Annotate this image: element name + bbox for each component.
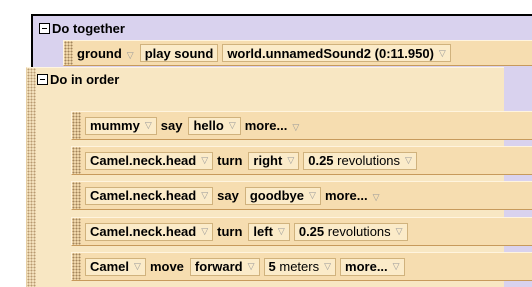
drag-handle[interactable] [64, 41, 73, 65]
object-name: Camel.neck.head [90, 188, 197, 203]
statement-head-turn-left[interactable]: Camel.neck.head ▽ turn left ▽ 0.25 revolut… [71, 217, 532, 246]
method-name: say [217, 188, 239, 203]
drag-handle[interactable] [72, 253, 81, 280]
object-target[interactable]: mummy ▽ [85, 116, 157, 135]
do-in-order-label: Do in order [50, 72, 120, 87]
amount-unit: revolutions [337, 153, 401, 168]
play-sound-statement[interactable]: ground ▽ play sound world.unnamedSound2 (… [63, 40, 532, 66]
dropdown-arrow-icon[interactable]: ▽ [201, 155, 208, 166]
dropdown-arrow-icon[interactable]: ▽ [309, 190, 316, 201]
dropdown-arrow-icon[interactable]: ▽ [292, 122, 299, 132]
object-target[interactable]: Camel.neck.head ▽ [85, 151, 214, 170]
dropdown-arrow-icon[interactable]: ▽ [373, 192, 380, 202]
more-button[interactable]: more... ▽ [245, 118, 300, 133]
object-name: Camel.neck.head [90, 153, 197, 168]
text-value: goodbye [249, 188, 305, 203]
dropdown-arrow-icon[interactable]: ▽ [201, 190, 208, 201]
statement-head-turn-right[interactable]: Camel.neck.head ▽ turn right ▽ 0.25 revolu… [71, 146, 532, 175]
amount-value: 5 [268, 259, 276, 274]
sound-parameter[interactable]: world.unnamedSound2 (0:11.950) ▽ [222, 44, 451, 62]
drag-handle[interactable] [72, 112, 81, 139]
direction-parameter[interactable]: forward ▽ [189, 257, 260, 276]
sound-value: world.unnamedSound2 (0:11.950) [227, 45, 434, 61]
dropdown-arrow-icon[interactable]: ▽ [145, 120, 152, 131]
object-name: Camel [90, 259, 130, 274]
dropdown-arrow-icon[interactable]: ▽ [324, 261, 331, 272]
more-label: more... [345, 259, 388, 274]
dropdown-arrow-icon[interactable]: ▽ [278, 226, 285, 237]
statement-head-say[interactable]: Camel.neck.head ▽ say goodbye ▽ more... ▽ [71, 181, 532, 210]
dropdown-arrow-icon[interactable]: ▽ [396, 226, 403, 237]
direction-parameter[interactable]: right ▽ [248, 151, 300, 170]
dropdown-arrow-icon[interactable]: ▽ [248, 261, 255, 272]
drag-handle[interactable] [72, 218, 81, 245]
collapse-icon[interactable] [39, 23, 50, 34]
dropdown-arrow-icon[interactable]: ▽ [287, 155, 294, 166]
dropdown-arrow-icon[interactable]: ▽ [229, 120, 236, 131]
statement-mummy-say[interactable]: mummy ▽ say hello ▽ more... ▽ [71, 111, 532, 140]
object-name: Camel.neck.head [90, 224, 197, 239]
method-name: say [160, 118, 183, 133]
more-label: more... [244, 118, 288, 133]
drag-handle[interactable] [72, 182, 81, 209]
statement-camel-move[interactable]: Camel ▽ move forward ▽ 5 meters ▽ more... ▽ [71, 252, 532, 281]
method-name: play sound [139, 44, 219, 62]
more-button[interactable]: more... ▽ [340, 257, 405, 276]
method-name: move [149, 259, 184, 274]
do-in-order-header: Do in order [37, 72, 119, 88]
dropdown-arrow-icon[interactable]: ▽ [439, 48, 446, 59]
amount-value: 0.25 [308, 153, 334, 168]
amount-parameter[interactable]: 0.25 revolutions ▽ [293, 222, 408, 241]
amount-parameter[interactable]: 5 meters ▽ [263, 257, 337, 276]
direction-value: right [253, 153, 283, 168]
more-label: more... [324, 188, 368, 203]
do-together-label: Do together [52, 21, 125, 36]
dropdown-arrow-icon[interactable]: ▽ [405, 155, 412, 166]
drag-handle[interactable] [27, 68, 36, 287]
do-together-header: Do together [39, 21, 125, 37]
method-name: turn [217, 224, 243, 239]
text-value: hello [193, 118, 224, 133]
amount-unit: revolutions [327, 224, 391, 239]
dropdown-arrow-icon[interactable]: ▽ [201, 226, 208, 237]
text-parameter[interactable]: goodbye ▽ [244, 186, 321, 205]
direction-parameter[interactable]: left ▽ [248, 222, 290, 241]
method-label: play sound [144, 45, 214, 61]
amount-unit: meters [279, 259, 320, 274]
dropdown-arrow-icon[interactable]: ▽ [134, 261, 141, 272]
dropdown-arrow-icon[interactable]: ▽ [127, 50, 134, 60]
direction-value: forward [194, 259, 243, 274]
amount-parameter[interactable]: 0.25 revolutions ▽ [303, 151, 417, 170]
object-name: mummy [90, 118, 140, 133]
more-button[interactable]: more... ▽ [325, 188, 380, 203]
direction-value: left [253, 224, 273, 239]
object-target[interactable]: Camel.neck.head ▽ [85, 222, 214, 241]
amount-value: 0.25 [298, 224, 325, 239]
collapse-icon[interactable] [37, 74, 48, 85]
drag-handle[interactable] [72, 147, 81, 174]
object-name: ground [77, 45, 122, 61]
object-target[interactable]: Camel.neck.head ▽ [85, 186, 214, 205]
object-target[interactable]: ground ▽ [77, 46, 134, 61]
object-target[interactable]: Camel ▽ [85, 257, 146, 276]
dropdown-arrow-icon[interactable]: ▽ [393, 261, 400, 272]
method-name: turn [217, 153, 243, 168]
text-parameter[interactable]: hello ▽ [188, 116, 241, 135]
